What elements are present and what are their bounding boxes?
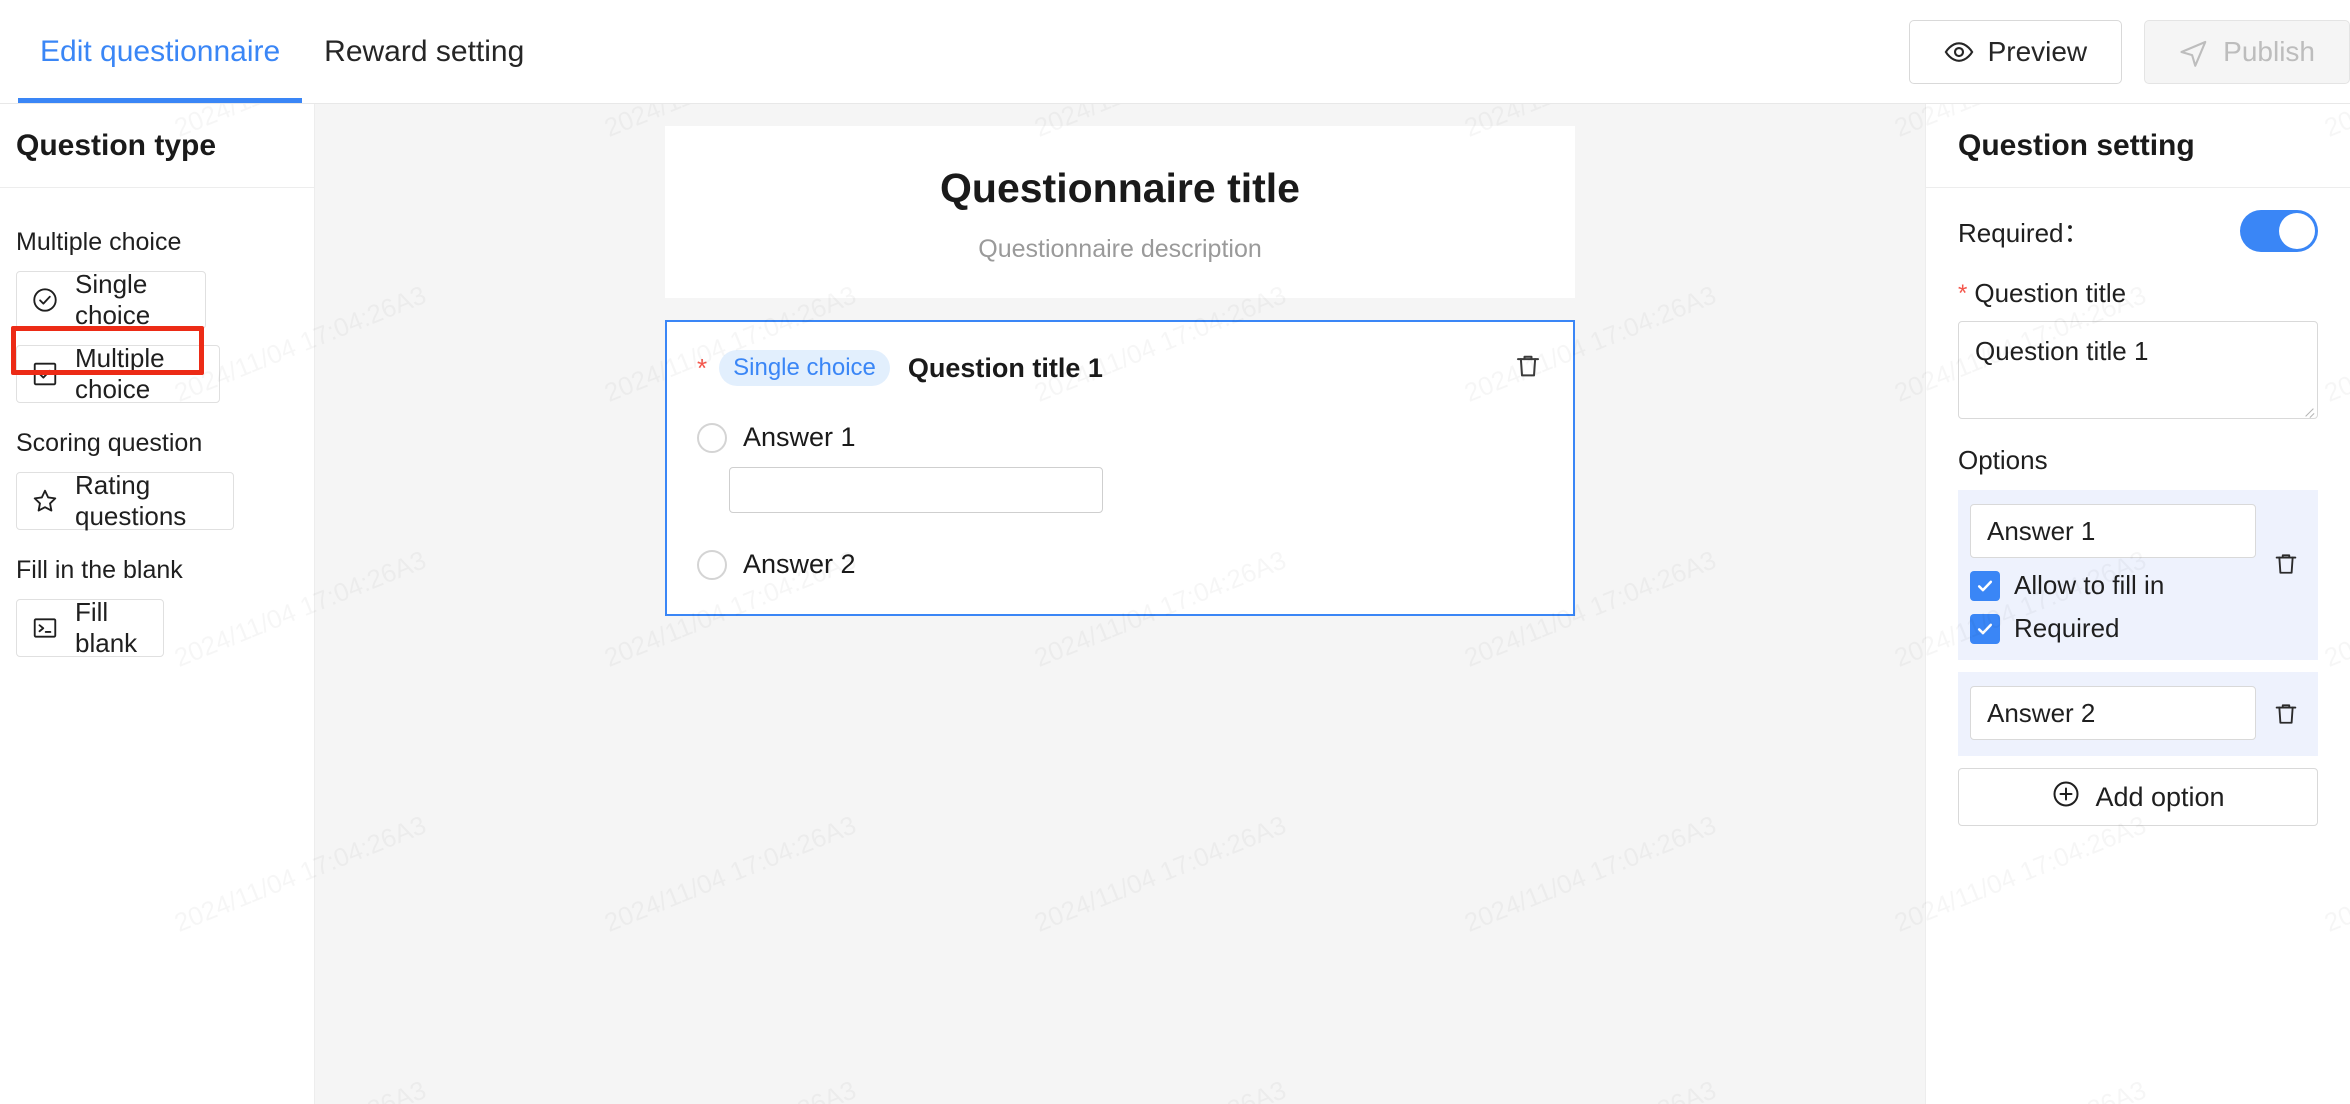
- trash-icon: [2272, 700, 2300, 733]
- top-bar: Edit questionnaire Reward setting Previe…: [0, 0, 2350, 104]
- tab-edit-questionnaire[interactable]: Edit questionnaire: [18, 0, 303, 103]
- delete-option-2-button[interactable]: [2266, 696, 2306, 736]
- option-1-required-row[interactable]: Required: [1970, 613, 2256, 644]
- page-title: Questionnaire title: [940, 165, 1300, 211]
- option-1-allow-fill-in-row[interactable]: Allow to fill in: [1970, 570, 2256, 601]
- sidebar-item-multiple-choice[interactable]: Multiple choice: [16, 343, 220, 404]
- required-setting-label: Required：: [1958, 217, 2090, 248]
- answer-row-1[interactable]: Answer 1: [697, 422, 1545, 453]
- sidebar-item-multiple-choice-label: Multiple choice: [75, 343, 165, 404]
- question-title-text: Question title 1: [907, 352, 1103, 383]
- top-bar-actions: Preview Publish: [1908, 0, 2350, 103]
- preview-button[interactable]: Preview: [1908, 19, 2123, 84]
- sidebar-item-single-choice-label: Single choice: [75, 269, 151, 330]
- option-1-input[interactable]: Answer 1: [1970, 504, 2256, 558]
- option-1-main: Answer 1 Allow to fill in Required: [1970, 504, 2256, 644]
- delete-option-1-button[interactable]: [2266, 546, 2306, 586]
- question-title-textarea-value: Question title 1: [1975, 336, 2149, 366]
- option-1-value: Answer 1: [1987, 515, 2096, 546]
- send-icon: [2179, 37, 2209, 67]
- question-setting-title: Question setting: [1926, 104, 2350, 188]
- answer-row-2[interactable]: Answer 2: [697, 549, 1545, 580]
- preview-button-label: Preview: [1987, 35, 2088, 67]
- sidebar-item-rating-questions-label: Rating questions: [75, 470, 187, 531]
- option-2-value: Answer 2: [1987, 697, 2096, 728]
- check-circle-icon: [31, 286, 59, 314]
- required-asterisk: *: [697, 353, 708, 384]
- plus-circle-icon: [2051, 779, 2081, 816]
- option-1-allow-fill-in-checkbox[interactable]: [1970, 570, 2000, 601]
- questionnaire-header-card: Questionnaire title Questionnaire descri…: [665, 126, 1575, 299]
- radio-answer-2[interactable]: [697, 549, 727, 580]
- option-1-allow-fill-in-label: Allow to fill in: [2014, 570, 2165, 600]
- delete-question-button[interactable]: [1507, 346, 1549, 388]
- terminal-icon: [31, 614, 59, 642]
- question-header-row: * Single choice Question title 1: [697, 350, 1545, 387]
- required-setting-row: Required：: [1958, 210, 2318, 252]
- resize-handle-icon[interactable]: [2303, 404, 2315, 416]
- question-setting-panel: Question setting Required： * Question ti…: [1925, 104, 2350, 1104]
- eye-icon: [1944, 37, 1974, 67]
- tab-bar: Edit questionnaire Reward setting: [0, 0, 546, 103]
- sidebar-item-single-choice[interactable]: Single choice: [16, 269, 206, 330]
- required-toggle[interactable]: [2240, 210, 2318, 252]
- tab-reward-setting[interactable]: Reward setting: [302, 0, 546, 103]
- trash-icon: [1513, 351, 1543, 384]
- option-2-input[interactable]: Answer 2: [1970, 686, 2256, 740]
- question-type-sidebar: Question type Multiple choice Single cho…: [0, 104, 315, 1104]
- trash-icon: [2272, 550, 2300, 583]
- question-setting-body: Required： * Question title Question titl…: [1926, 188, 2350, 826]
- sidebar-item-fill-blank-label: Fill blank: [75, 597, 138, 658]
- question-title-textarea[interactable]: Question title 1: [1958, 321, 2318, 419]
- option-1-required-label: Required: [2014, 613, 2120, 643]
- main-layout: Question type Multiple choice Single cho…: [0, 104, 2350, 1104]
- answer-1-label: Answer 1: [743, 422, 856, 453]
- add-option-button-label: Add option: [2095, 781, 2225, 812]
- publish-button-label: Publish: [2223, 35, 2315, 67]
- check-square-icon: [31, 360, 59, 388]
- option-1-required-checkbox[interactable]: [1970, 613, 2000, 644]
- required-toggle-knob: [2279, 213, 2315, 249]
- option-card-2: Answer 2: [1958, 672, 2318, 756]
- answer-1-fill-input[interactable]: [729, 467, 1103, 514]
- sidebar-item-fill-blank[interactable]: Fill blank: [16, 597, 164, 658]
- question-card-1[interactable]: * Single choice Question title 1 Answer …: [665, 320, 1575, 617]
- sidebar-group-label-fill-in-the-blank: Fill in the blank: [16, 556, 183, 584]
- star-icon: [31, 487, 59, 515]
- options-section-label: Options: [1958, 445, 2048, 475]
- question-title-required-asterisk: *: [1958, 279, 1968, 307]
- answer-2-label: Answer 2: [743, 549, 856, 580]
- tab-reward-setting-label: Reward setting: [324, 34, 525, 68]
- add-option-button[interactable]: Add option: [1958, 768, 2318, 826]
- sidebar-group-label-scoring-question: Scoring question: [16, 429, 203, 457]
- question-title-field-label: * Question title: [1958, 278, 2318, 309]
- sidebar-body: Multiple choice Single choice Multiple c…: [0, 188, 314, 658]
- sidebar-group-label-multiple-choice: Multiple choice: [16, 228, 182, 256]
- option-2-main: Answer 2: [1970, 686, 2256, 740]
- publish-button[interactable]: Publish: [2144, 19, 2350, 84]
- sidebar-item-rating-questions[interactable]: Rating questions: [16, 470, 234, 531]
- questionnaire-canvas: Questionnaire title Questionnaire descri…: [315, 104, 1925, 1104]
- option-card-1: Answer 1 Allow to fill in Required: [1958, 490, 2318, 660]
- tab-edit-questionnaire-label: Edit questionnaire: [40, 34, 281, 68]
- page-description: Questionnaire description: [978, 235, 1262, 264]
- question-title-field-label-text: Question title: [1974, 278, 2127, 308]
- radio-answer-1[interactable]: [697, 422, 727, 453]
- question-type-badge: Single choice: [719, 350, 890, 387]
- sidebar-title: Question type: [0, 104, 314, 188]
